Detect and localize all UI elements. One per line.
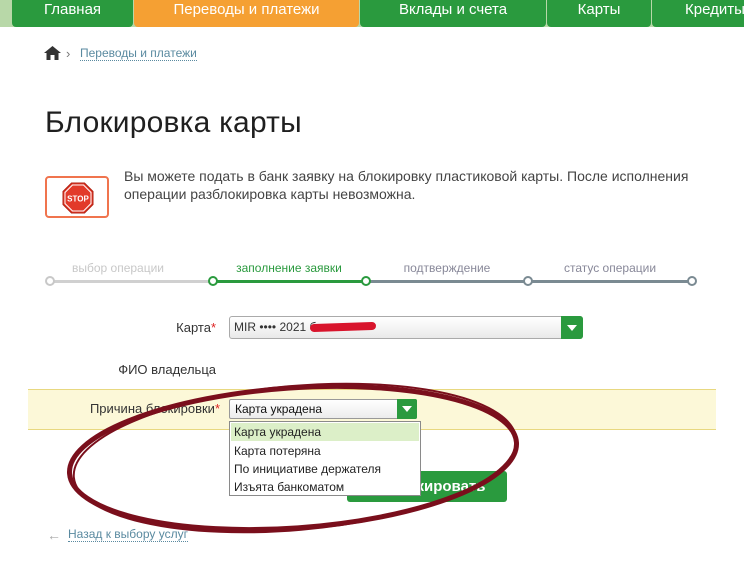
step-line-2 [213, 280, 366, 283]
step-line-4 [528, 280, 692, 283]
card-select-value: MIR •••• 2021 б. [234, 320, 320, 334]
chevron-down-icon[interactable] [561, 316, 583, 339]
step-line-1 [50, 280, 213, 283]
breadcrumb-link[interactable]: Переводы и платежи [80, 47, 197, 61]
reason-select-value: Карта украдена [235, 402, 323, 416]
step-line-3 [366, 280, 528, 283]
breadcrumb-separator: › [66, 46, 71, 61]
top-nav: Главная Переводы и платежи Вклады и счет… [0, 0, 744, 27]
step-label-select-operation: выбор операции [71, 261, 165, 275]
nav-item-transfers[interactable]: Переводы и платежи [134, 0, 359, 27]
dropdown-option[interactable]: Карта украдена [231, 423, 419, 441]
redaction-mark [309, 321, 377, 333]
back-arrow-icon[interactable]: ← [47, 527, 61, 543]
nav-item-credits[interactable]: Кредиты [652, 0, 744, 27]
page: Главная Переводы и платежи Вклады и счет… [0, 0, 744, 565]
step-dot-5 [687, 276, 697, 286]
step-dot-3 [361, 276, 371, 286]
step-dot-1 [45, 276, 55, 286]
nav-item-deposits[interactable]: Вклады и счета [360, 0, 546, 27]
dropdown-option[interactable]: По инициативе держателя [230, 460, 420, 478]
step-dot-2 [208, 276, 218, 286]
step-label-fill-form: заполнение заявки [236, 261, 342, 275]
info-text: Вы можете подать в банк заявку на блокир… [124, 168, 689, 202]
nav-item-home[interactable]: Главная [12, 0, 133, 27]
reason-select[interactable]: Карта украдена [229, 399, 417, 419]
step-dot-4 [523, 276, 533, 286]
dropdown-option[interactable]: Карта потеряна [230, 442, 420, 460]
card-field-label: Карта* [176, 320, 216, 335]
progress-steps: выбор операции заполнение заявки подтвер… [45, 258, 700, 288]
nav-item-cards[interactable]: Карты [547, 0, 651, 27]
card-select[interactable]: MIR •••• 2021 б. [229, 316, 583, 339]
reason-field-label: Причина блокировки* [89, 401, 220, 416]
stop-sign-icon: STOP [45, 176, 109, 218]
dropdown-option[interactable]: Изъята банкоматом [230, 478, 420, 496]
page-title: Блокировка карты [45, 106, 302, 139]
step-label-confirm: подтверждение [403, 261, 491, 275]
reason-dropdown-list: Карта украдена Карта потеряна По инициат… [229, 421, 421, 496]
chevron-down-icon[interactable] [397, 399, 417, 419]
owner-field-label: ФИО владельца [118, 362, 216, 377]
home-icon[interactable] [44, 46, 61, 60]
step-label-status: статус операции [563, 261, 657, 275]
stop-sign-text: STOP [67, 195, 89, 204]
back-link[interactable]: Назад к выбору услуг [68, 528, 188, 542]
